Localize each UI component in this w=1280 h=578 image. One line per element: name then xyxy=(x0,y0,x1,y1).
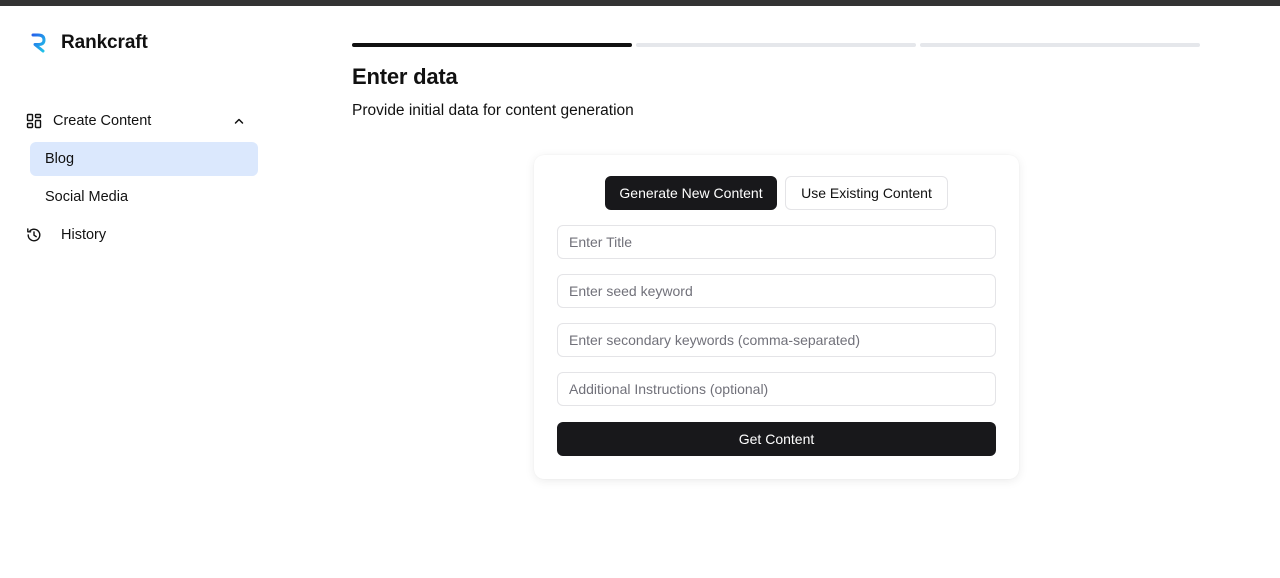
sidebar-section-create-content[interactable]: Create Content xyxy=(26,110,258,132)
chevron-up-icon[interactable] xyxy=(233,115,245,127)
rankcraft-logo-icon xyxy=(27,33,46,53)
sidebar-item-label: Social Media xyxy=(45,189,129,205)
brand-name: Rankcraft xyxy=(61,32,148,53)
seed-keyword-input[interactable] xyxy=(557,274,996,308)
progress-step-3 xyxy=(920,43,1200,47)
history-icon xyxy=(27,228,41,242)
sidebar-section-label: Create Content xyxy=(53,113,152,129)
get-content-button[interactable]: Get Content xyxy=(557,422,996,456)
page-subtitle: Provide initial data for content generat… xyxy=(352,102,634,119)
sidebar-item-blog[interactable]: Blog xyxy=(30,142,258,176)
sidebar-item-history[interactable]: History xyxy=(26,224,106,246)
additional-instructions-input[interactable] xyxy=(557,372,996,406)
title-input[interactable] xyxy=(557,225,996,259)
generate-new-content-button[interactable]: Generate New Content xyxy=(605,176,777,210)
progress-step-2 xyxy=(636,43,916,47)
sidebar-item-label: History xyxy=(61,227,107,243)
secondary-keywords-input[interactable] xyxy=(557,323,996,357)
sidebar-item-social-media[interactable]: Social Media xyxy=(30,180,258,214)
grid-layout-icon xyxy=(26,113,42,129)
page-title: Enter data xyxy=(352,64,458,89)
brand[interactable]: Rankcraft xyxy=(27,32,148,54)
content-form-card: Generate New Content Use Existing Conten… xyxy=(534,155,1019,479)
sidebar-item-label: Blog xyxy=(45,151,75,167)
progress-steps xyxy=(352,43,1200,47)
progress-step-1 xyxy=(352,43,632,47)
use-existing-content-button[interactable]: Use Existing Content xyxy=(785,176,948,210)
window-top-bar xyxy=(0,0,1280,6)
